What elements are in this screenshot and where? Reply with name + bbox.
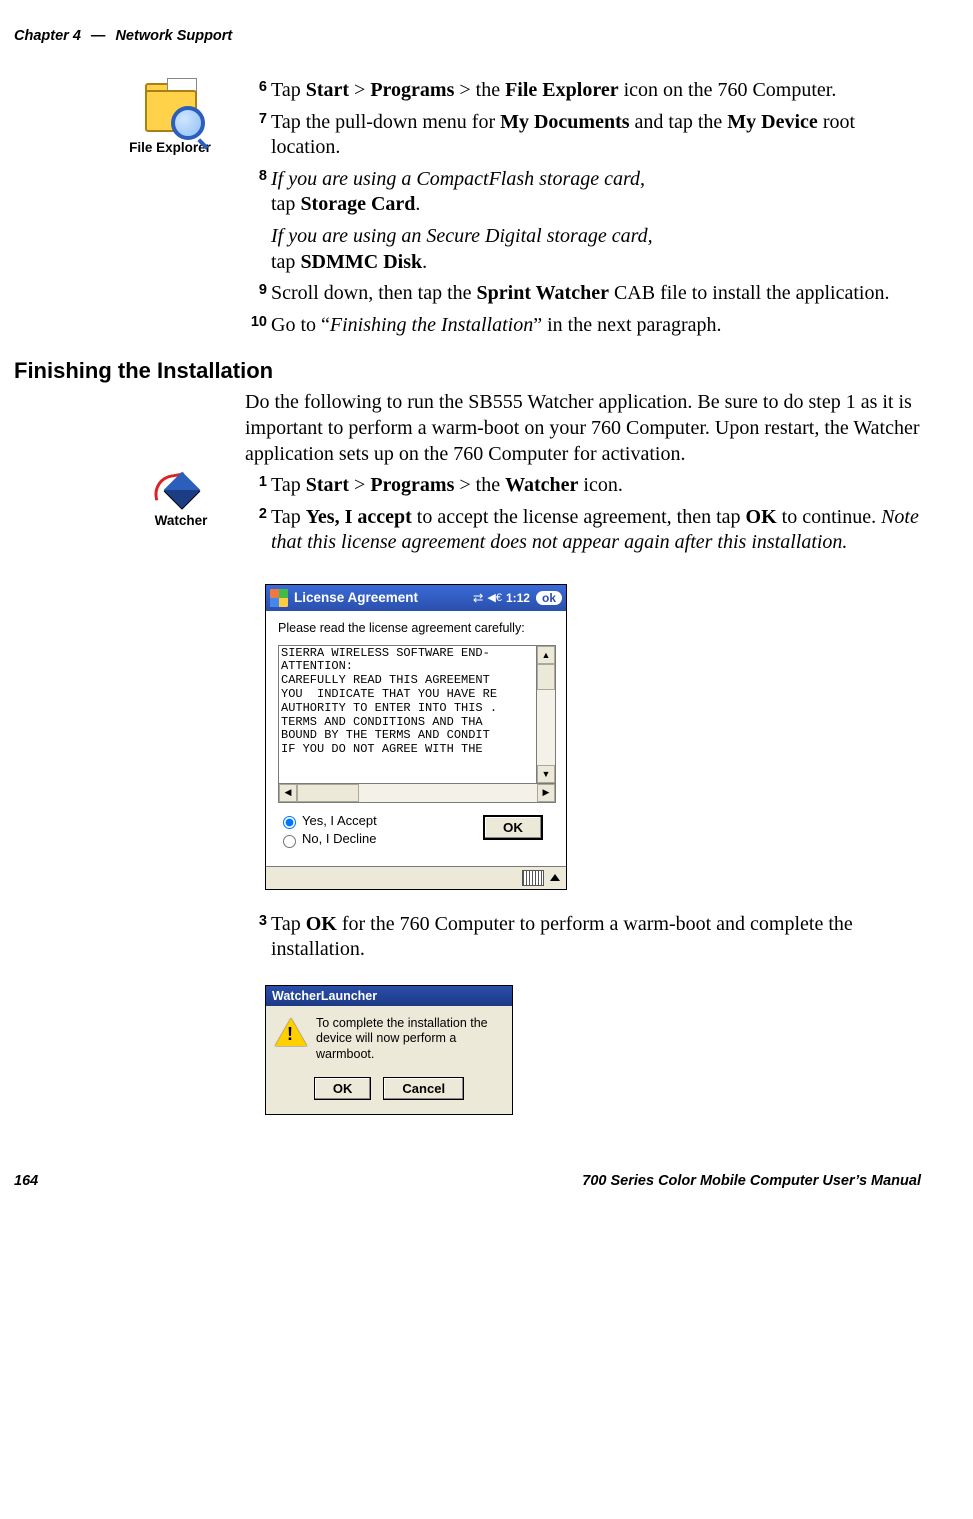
watcher-icon bbox=[155, 473, 207, 511]
dialog-title: WatcherLauncher bbox=[266, 986, 512, 1006]
status-icons: ⇄ ◀€ 1:12 bbox=[473, 590, 530, 605]
header-dash: — bbox=[91, 28, 106, 44]
scroll-left-button[interactable]: ◀ bbox=[279, 784, 297, 802]
radio-accept-input[interactable] bbox=[283, 816, 296, 829]
step-number: 2 bbox=[245, 505, 267, 524]
speaker-icon: ◀€ bbox=[487, 591, 502, 604]
step-number: 1 bbox=[245, 473, 267, 492]
keyboard-icon[interactable] bbox=[522, 870, 544, 886]
license-prompt: Please read the license agreement carefu… bbox=[278, 621, 556, 637]
scroll-thumb[interactable] bbox=[537, 664, 555, 690]
manual-title: 700 Series Color Mobile Computer User’s … bbox=[582, 1173, 921, 1189]
file-explorer-icon-label: File Explorer bbox=[110, 140, 230, 155]
scroll-up-button[interactable]: ▲ bbox=[537, 646, 555, 664]
watcher-icon-label: Watcher bbox=[136, 513, 226, 528]
step-number: 7 bbox=[245, 110, 267, 129]
radio-decline-input[interactable] bbox=[283, 835, 296, 848]
chapter-label: Chapter 4 bbox=[14, 28, 81, 44]
section-heading: Finishing the Installation bbox=[14, 358, 925, 384]
steps-list-a: 6 Tap Start > Programs > the File Explor… bbox=[245, 78, 925, 338]
clock: 1:12 bbox=[506, 591, 530, 605]
dialog-ok-button[interactable]: OK bbox=[314, 1077, 372, 1100]
step-number: 8 bbox=[245, 167, 267, 186]
step-b2: 2 Tap Yes, I accept to accept the licens… bbox=[245, 505, 925, 556]
steps-list-b: 1 Tap Start > Programs > the Watcher ico… bbox=[245, 473, 925, 556]
dialog-message: To complete the installation the device … bbox=[316, 1016, 502, 1063]
license-text-box: SIERRA WIRELESS SOFTWARE END- ATTENTION:… bbox=[278, 645, 556, 803]
dialog-cancel-button[interactable]: Cancel bbox=[383, 1077, 464, 1100]
window-title: License Agreement bbox=[294, 590, 467, 605]
file-explorer-icon bbox=[137, 80, 203, 138]
chapter-title: Network Support bbox=[115, 28, 232, 44]
step-number: 9 bbox=[245, 281, 267, 300]
step-10: 10 Go to “Finishing the Installation” in… bbox=[245, 313, 925, 339]
step-number: 3 bbox=[245, 912, 267, 931]
title-bar: License Agreement ⇄ ◀€ 1:12 ok bbox=[266, 585, 566, 611]
scroll-right-button[interactable]: ▶ bbox=[537, 784, 555, 802]
connectivity-icon: ⇄ bbox=[473, 590, 483, 605]
license-agreement-screenshot: License Agreement ⇄ ◀€ 1:12 ok Please re… bbox=[265, 584, 567, 890]
vertical-scrollbar[interactable]: ▲ ▼ bbox=[536, 646, 555, 783]
step-9: 9 Scroll down, then tap the Sprint Watch… bbox=[245, 281, 925, 307]
file-explorer-icon-block: File Explorer bbox=[110, 80, 230, 155]
step-number: 10 bbox=[245, 313, 267, 332]
step-7: 7 Tap the pull-down menu for My Document… bbox=[245, 110, 925, 161]
license-body-text: SIERRA WIRELESS SOFTWARE END- ATTENTION:… bbox=[279, 646, 536, 758]
scroll-down-button[interactable]: ▼ bbox=[537, 765, 555, 783]
ok-badge[interactable]: ok bbox=[536, 591, 562, 605]
sip-up-icon[interactable] bbox=[550, 874, 560, 881]
step-3: 3 Tap OK for the 760 Computer to perform… bbox=[245, 912, 925, 963]
warmboot-dialog-screenshot: WatcherLauncher ! To complete the instal… bbox=[265, 985, 513, 1115]
sip-footer bbox=[266, 866, 566, 889]
step-b1: 1 Tap Start > Programs > the Watcher ico… bbox=[245, 473, 925, 499]
page-footer: 164 700 Series Color Mobile Computer Use… bbox=[10, 1173, 925, 1189]
horizontal-scrollbar[interactable]: ◀ ▶ bbox=[279, 783, 555, 802]
page-number: 164 bbox=[14, 1173, 38, 1189]
ok-button[interactable]: OK bbox=[484, 816, 542, 839]
hscroll-thumb[interactable] bbox=[297, 784, 359, 802]
warning-icon: ! bbox=[276, 1018, 306, 1048]
watcher-icon-block: Watcher bbox=[136, 473, 226, 528]
start-flag-icon[interactable] bbox=[270, 589, 288, 607]
running-header: Chapter 4 — Network Support bbox=[10, 28, 925, 62]
intro-paragraph: Do the following to run the SB555 Watche… bbox=[245, 390, 925, 467]
step-6: 6 Tap Start > Programs > the File Explor… bbox=[245, 78, 925, 104]
step-8: 8 If you are using a CompactFlash storag… bbox=[245, 167, 925, 275]
steps-list-c: 3 Tap OK for the 760 Computer to perform… bbox=[245, 912, 925, 963]
step-number: 6 bbox=[245, 78, 267, 97]
